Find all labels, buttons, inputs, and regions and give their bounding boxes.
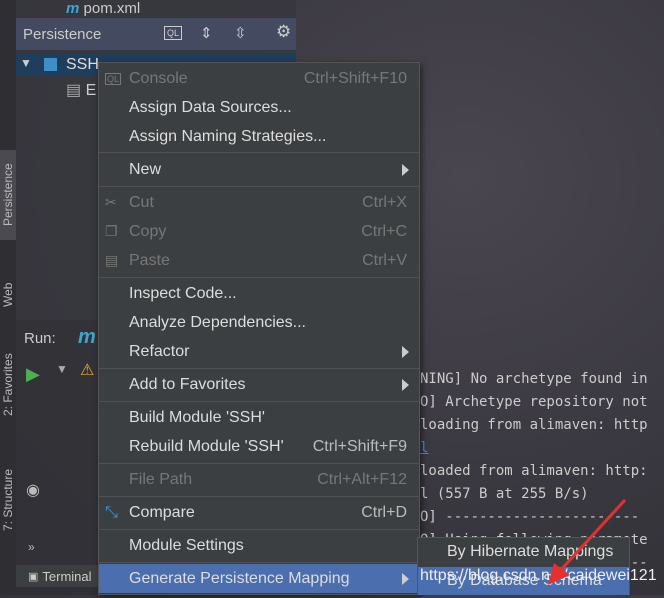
expand-arrow-icon[interactable]: ▼ [56, 362, 68, 376]
tree-label: E [85, 82, 97, 99]
menu-item-paste[interactable]: ▤ Paste Ctrl+V [99, 246, 419, 275]
tab-persistence[interactable]: Persistence [0, 150, 16, 240]
menu-label: New [129, 160, 162, 178]
pom-label: pom.xml [83, 0, 141, 17]
separator [99, 152, 419, 153]
maven-icon: m [66, 0, 80, 17]
menu-label: Inspect Code... [129, 284, 237, 302]
menu-item-cut[interactable]: ✂ Cut Ctrl+X [99, 188, 419, 217]
tab-structure[interactable]: 7: Structure [0, 455, 16, 545]
menu-label: Assign Data Sources... [129, 98, 292, 116]
module-icon [44, 58, 57, 71]
menu-label: Paste [129, 251, 170, 269]
menu-shortcut: Ctrl+D [361, 503, 407, 521]
menu-label: File Path [129, 470, 193, 488]
folder-icon: ▤ [66, 82, 82, 99]
separator [99, 529, 419, 530]
separator [99, 463, 419, 464]
terminal-label: Terminal [42, 568, 92, 584]
menu-item-add-to-favorites[interactable]: Add to Favorites [99, 370, 419, 399]
ql-console-icon: QL [105, 72, 122, 85]
menu-label: Build Module 'SSH' [129, 408, 265, 426]
red-arrow-annotation [548, 498, 627, 585]
console-line: NING] No archetype found in [420, 371, 648, 387]
menu-shortcut: Ctrl+Shift+F10 [303, 69, 407, 87]
panel-title: Persistence [23, 25, 102, 43]
pom-file[interactable]: m pom.xml [66, 0, 140, 17]
menu-shortcut: Ctrl+Shift+F9 [312, 437, 407, 455]
console-link[interactable]: l [420, 437, 664, 460]
menu-label: Assign Naming Strategies... [129, 127, 327, 145]
tree-label: SSH [66, 56, 99, 73]
submenu-arrow-icon [402, 345, 409, 358]
warning-icon: ⚠ [80, 362, 95, 379]
separator [99, 496, 419, 497]
menu-label: Rebuild Module 'SSH' [129, 437, 284, 455]
menu-item-copy[interactable]: ❐ Copy Ctrl+C [99, 217, 419, 246]
menu-shortcut: Ctrl+C [361, 222, 407, 240]
copy-icon: ❐ [105, 223, 118, 239]
separator [99, 277, 419, 278]
expand-arrow-icon[interactable]: ▼ [20, 56, 32, 70]
menu-item-generate-persistence-mapping[interactable]: Generate Persistence Mapping [99, 564, 419, 593]
compare-icon: ⤡ [105, 503, 118, 521]
run-label: Run: [24, 330, 56, 347]
menu-label: Analyze Dependencies... [129, 313, 306, 331]
menu-item-assign-data-sources[interactable]: Assign Data Sources... [99, 93, 419, 122]
console-line: loaded from alimaven: http: [420, 463, 648, 479]
menu-item-rebuild-module[interactable]: Rebuild Module 'SSH' Ctrl+Shift+F9 [99, 432, 419, 461]
menu-item-new[interactable]: New [99, 155, 419, 184]
left-tool-strip: Persistence Web 2: Favorites 7: Structur… [0, 0, 16, 595]
tree-row-child[interactable]: ▤ E [66, 80, 96, 100]
terminal-icon: ▣ [28, 570, 39, 583]
console-line: loading from alimaven: http [420, 417, 648, 433]
menu-shortcut: Ctrl+X [362, 193, 407, 211]
submenu-arrow-icon [402, 378, 409, 391]
separator [99, 368, 419, 369]
menu-shortcut: Ctrl+Alt+F12 [317, 470, 407, 488]
menu-item-build-module[interactable]: Build Module 'SSH' [99, 403, 419, 432]
terminal-tab[interactable]: ▣ Terminal [16, 565, 98, 587]
menu-item-console[interactable]: QL Console Ctrl+Shift+F10 [99, 64, 419, 93]
tab-favorites[interactable]: 2: Favorites [0, 340, 16, 430]
gear-icon[interactable]: ⚙ [276, 22, 291, 42]
separator [99, 562, 419, 563]
menu-item-module-settings[interactable]: Module Settings [99, 531, 419, 560]
paste-icon: ▤ [105, 252, 119, 268]
collapse-all-icon[interactable]: ⇳ [234, 24, 247, 42]
menu-label: Cut [129, 193, 154, 211]
run-tab[interactable]: m [78, 326, 96, 349]
menu-label: Refactor [129, 342, 190, 360]
menu-item-inspect-code[interactable]: Inspect Code... [99, 279, 419, 308]
menu-item-analyze-dependencies[interactable]: Analyze Dependencies... [99, 308, 419, 337]
panel-header: Persistence [16, 18, 296, 50]
separator [99, 186, 419, 187]
context-menu: QL Console Ctrl+Shift+F10 Assign Data Sour… [98, 62, 420, 595]
menu-label: Module Settings [129, 536, 244, 554]
menu-label: Copy [129, 222, 167, 240]
console-line: O] Archetype repository not [420, 394, 648, 410]
expand-all-icon[interactable]: ⇕ [200, 24, 213, 42]
menu-label: Generate Persistence Mapping [129, 569, 350, 587]
play-icon[interactable]: ▶ [26, 364, 40, 385]
submenu-arrow-icon [402, 572, 409, 585]
menu-item-refactor[interactable]: Refactor [99, 337, 419, 366]
menu-item-file-path[interactable]: File Path Ctrl+Alt+F12 [99, 465, 419, 494]
more-icon[interactable]: » [28, 540, 35, 554]
menu-label: Add to Favorites [129, 375, 246, 393]
submenu-arrow-icon [402, 163, 409, 176]
menu-label: Compare [129, 503, 195, 521]
ql-icon[interactable]: QL [164, 26, 183, 40]
menu-label: Console [129, 69, 188, 87]
tab-web[interactable]: Web [0, 270, 16, 320]
menu-shortcut: Ctrl+V [362, 251, 407, 269]
eye-icon[interactable]: ◉ [26, 480, 40, 500]
scissors-icon: ✂ [105, 194, 117, 210]
separator [99, 401, 419, 402]
menu-item-compare[interactable]: ⤡ Compare Ctrl+D [99, 498, 419, 527]
menu-item-assign-naming[interactable]: Assign Naming Strategies... [99, 122, 419, 151]
